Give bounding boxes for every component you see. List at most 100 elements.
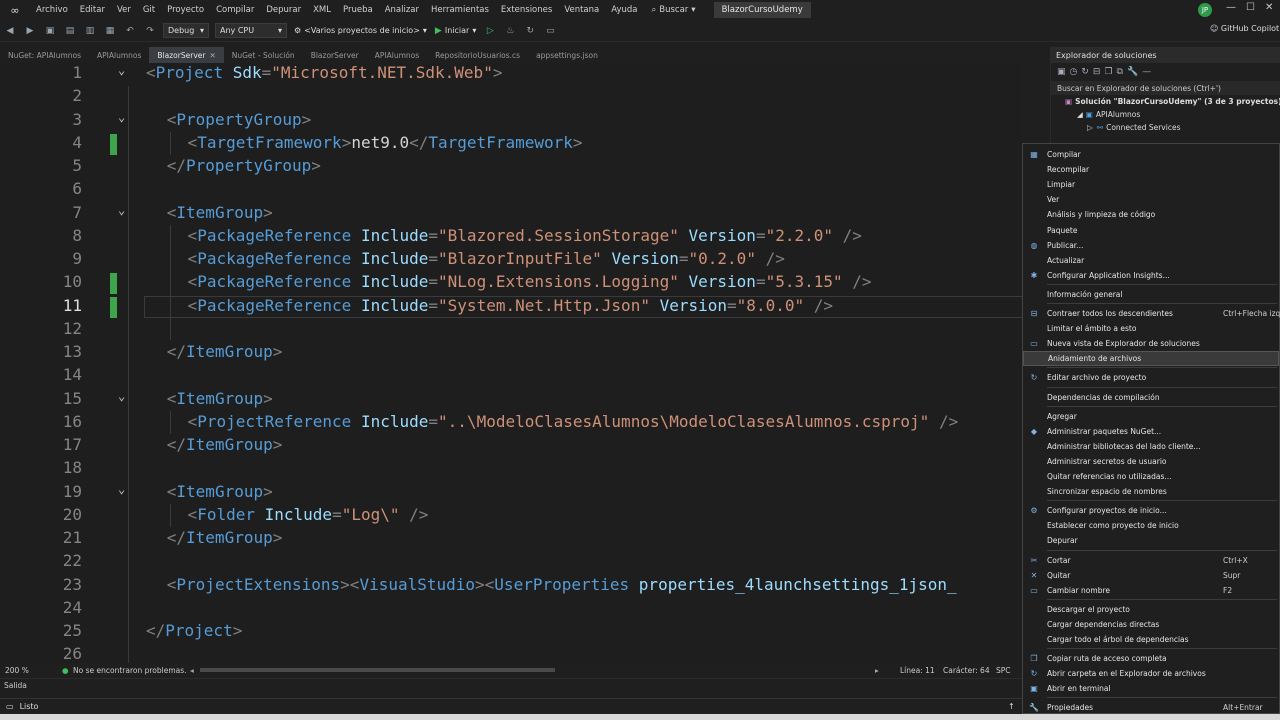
document-tab[interactable]: BlazorServer xyxy=(303,47,367,63)
context-menu-item[interactable]: 🔧 Propiedades Alt+Entrar xyxy=(1023,700,1279,715)
code-line[interactable]: 25 </Project> xyxy=(0,621,1022,644)
fold-chevron-icon[interactable]: ⌄ xyxy=(118,389,125,403)
platform-select[interactable]: Any CPU ▾ xyxy=(215,23,287,38)
context-menu-item[interactable]: Cargar dependencias directas xyxy=(1023,617,1279,632)
avatar[interactable]: JP xyxy=(1198,3,1212,17)
code-line[interactable]: 16 <ProjectReference Include="..\ModeloCl… xyxy=(0,412,1022,435)
document-tab[interactable]: appsettings.json xyxy=(528,47,606,63)
scroll-left-icon[interactable]: ◂ xyxy=(190,666,194,675)
code-line[interactable]: 5 </PropertyGroup> xyxy=(0,156,1022,179)
menu-item-depurar[interactable]: Depurar xyxy=(260,5,307,15)
code-line[interactable]: 1 ⌄ <Project Sdk="Microsoft.NET.Sdk.Web"> xyxy=(0,63,1022,86)
context-menu-item[interactable]: ↻ Abrir carpeta en el Explorador de archi… xyxy=(1023,666,1279,681)
context-menu-item[interactable]: ▦ Compilar xyxy=(1023,147,1279,162)
menu-item-analizar[interactable]: Analizar xyxy=(379,5,425,15)
context-menu-item[interactable]: ◆ Administrar paquetes NuGet... xyxy=(1023,424,1279,439)
solution-search-input[interactable]: Buscar en Explorador de soluciones (Ctrl… xyxy=(1051,81,1280,95)
solution-name-badge[interactable]: BlazorCursoUdemy xyxy=(713,2,811,18)
context-menu-item[interactable]: Paquete xyxy=(1023,223,1279,238)
context-menu-item[interactable]: Anidamiento de archivos xyxy=(1023,351,1279,367)
hot-reload-icon[interactable]: ♨ xyxy=(502,23,518,39)
code-line[interactable]: 2 xyxy=(0,86,1022,109)
context-menu-item[interactable]: ▣ Abrir en terminal xyxy=(1023,681,1279,696)
code-line[interactable]: 21 </ItemGroup> xyxy=(0,528,1022,551)
new-project-icon[interactable]: ▣ xyxy=(42,23,58,39)
refresh-icon[interactable]: ↻ xyxy=(522,23,538,39)
menu-item-prueba[interactable]: Prueba xyxy=(337,5,379,15)
code-line[interactable]: 7 ⌄ <ItemGroup> xyxy=(0,203,1022,226)
code-line[interactable]: 17 </ItemGroup> xyxy=(0,435,1022,458)
solution-node[interactable]: ▣ Solución "BlazorCursoUdemy" (3 de 3 pro… xyxy=(1051,95,1280,108)
code-line[interactable]: 9 <PackageReference Include="BlazorInputF… xyxy=(0,249,1022,272)
history-icon[interactable]: ◷ xyxy=(1070,67,1078,77)
code-line[interactable]: 12 xyxy=(0,319,1022,342)
output-tab[interactable]: Salida xyxy=(0,678,1022,692)
startup-select[interactable]: ⚙ <Varios proyectos de inicio> ▾ xyxy=(294,26,427,35)
menu-item-archivo[interactable]: Archivo xyxy=(30,5,74,15)
project-node[interactable]: ◢ ▣ APIAlumnos xyxy=(1051,108,1280,121)
menu-item-ayuda[interactable]: Ayuda xyxy=(605,5,643,15)
menu-item-ver[interactable]: Ver xyxy=(111,5,137,15)
context-menu-item[interactable]: Administrar bibliotecas del lado cliente… xyxy=(1023,439,1279,454)
context-menu-item[interactable]: ▭ Nueva vista de Explorador de soluciones xyxy=(1023,336,1279,351)
minimize-icon[interactable]: — xyxy=(1226,2,1236,13)
code-line[interactable]: 18 xyxy=(0,458,1022,481)
context-menu-item[interactable]: Limpiar xyxy=(1023,177,1279,192)
context-menu-item[interactable]: ⊟ Contraer todos los descendientes Ctrl+Fl… xyxy=(1023,306,1280,321)
document-tab[interactable]: APIAlumnos xyxy=(367,47,427,63)
code-line[interactable]: 13 </ItemGroup> xyxy=(0,342,1022,365)
fold-chevron-icon[interactable]: ⌄ xyxy=(118,203,125,217)
code-line[interactable]: 26 xyxy=(0,644,1022,663)
horizontal-scrollbar[interactable] xyxy=(200,668,555,672)
search-button[interactable]: ⌕ Buscar ▾ xyxy=(644,5,704,15)
code-line[interactable]: 14 xyxy=(0,365,1022,388)
context-menu-item[interactable]: Ver xyxy=(1023,192,1279,207)
more-icon[interactable]: — xyxy=(1142,67,1151,77)
code-line[interactable]: 11 <PackageReference Include="System.Net.… xyxy=(0,296,1022,319)
context-menu-item[interactable]: Cargar todo el árbol de dependencias xyxy=(1023,632,1279,647)
code-line[interactable]: 8 <PackageReference Include="Blazored.Ses… xyxy=(0,226,1022,249)
context-menu-item[interactable]: Análisis y limpieza de código xyxy=(1023,207,1279,222)
fold-chevron-icon[interactable]: ⌄ xyxy=(118,482,125,496)
context-menu-item[interactable]: ✱ Configurar Application Insights... xyxy=(1023,268,1279,283)
publish-icon[interactable]: ↑ xyxy=(1008,702,1015,711)
context-menu-item[interactable]: ⚙ Configurar proyectos de inicio... xyxy=(1023,503,1279,518)
code-line[interactable]: 3 ⌄ <PropertyGroup> xyxy=(0,110,1022,133)
copy-icon[interactable]: ❐ xyxy=(1104,67,1112,77)
context-menu-item[interactable]: ✂ Cortar Ctrl+X xyxy=(1023,553,1279,568)
menu-item-compilar[interactable]: Compilar xyxy=(210,5,260,15)
save-all-icon[interactable]: ▦ xyxy=(102,23,118,39)
code-line[interactable]: 20 <Folder Include="Log\" /> xyxy=(0,505,1022,528)
code-line[interactable]: 10 <PackageReference Include="NLog.Extens… xyxy=(0,272,1022,295)
layout-icon[interactable]: ▭ xyxy=(542,23,558,39)
context-menu-item[interactable]: Depurar xyxy=(1023,533,1279,548)
document-tab[interactable]: APIAlumnos xyxy=(89,47,149,63)
undo-icon[interactable]: ↶ xyxy=(122,23,138,39)
context-menu-item[interactable]: Sincronizar espacio de nombres xyxy=(1023,484,1279,499)
config-select[interactable]: Debug ▾ xyxy=(163,23,209,38)
copilot-button[interactable]: ☺ GitHub Copilot xyxy=(1210,24,1279,33)
sync-icon[interactable]: ▣ xyxy=(1057,67,1066,77)
close-window-icon[interactable]: ✕ xyxy=(1265,2,1273,13)
document-tab[interactable]: NuGet - Solución xyxy=(224,47,303,63)
code-line[interactable]: 19 ⌄ <ItemGroup> xyxy=(0,482,1022,505)
code-line[interactable]: 15 ⌄ <ItemGroup> xyxy=(0,389,1022,412)
context-menu-item[interactable]: Agregar xyxy=(1023,409,1279,424)
document-tab[interactable]: RepositorioUsuarios.cs xyxy=(427,47,528,63)
refresh-icon[interactable]: ↻ xyxy=(1081,67,1089,77)
code-line[interactable]: 23 <ProjectExtensions><VisualStudio><User… xyxy=(0,575,1022,598)
maximize-icon[interactable]: ☐ xyxy=(1246,2,1255,13)
context-menu-item[interactable]: ▭ Cambiar nombre F2 xyxy=(1023,583,1279,598)
menu-item-ventana[interactable]: Ventana xyxy=(558,5,605,15)
connected-services-node[interactable]: ▷ ⚯ Connected Services xyxy=(1051,121,1280,134)
redo-icon[interactable]: ↷ xyxy=(142,23,158,39)
document-tab[interactable]: BlazorServer ✕ xyxy=(149,47,224,63)
menu-item-git[interactable]: Git xyxy=(137,5,161,15)
start-button[interactable]: ▶ Iniciar ▾ xyxy=(435,26,476,36)
menu-item-xml[interactable]: XML xyxy=(307,5,337,15)
context-menu-item[interactable]: Dependencias de compilación xyxy=(1023,390,1279,405)
wrench-icon[interactable]: 🔧 xyxy=(1127,67,1138,77)
fold-chevron-icon[interactable]: ⌄ xyxy=(118,63,125,77)
scroll-right-icon[interactable]: ▸ xyxy=(875,666,879,675)
menu-item-editar[interactable]: Editar xyxy=(74,5,111,15)
